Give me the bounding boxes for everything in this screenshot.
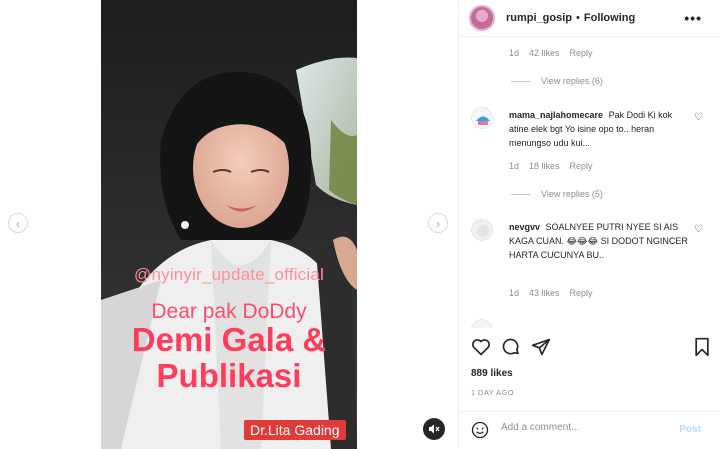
view-replies-label: View replies (5) xyxy=(541,189,603,199)
comment-avatar[interactable] xyxy=(471,107,493,129)
comment-icon[interactable] xyxy=(501,337,521,357)
mute-button[interactable] xyxy=(423,418,445,440)
comment-time: 1d xyxy=(509,48,520,58)
following-button[interactable]: Following xyxy=(584,12,635,24)
view-replies-label: View replies (6) xyxy=(541,76,603,86)
add-comment-input[interactable] xyxy=(501,422,671,433)
divider-line xyxy=(511,193,531,195)
comment-username[interactable]: mama_najlahomecare xyxy=(509,110,603,120)
post-header: rumpi_gosip • Following ••• xyxy=(459,0,720,37)
avatar[interactable] xyxy=(469,5,495,31)
avatar-image xyxy=(472,220,492,240)
like-count[interactable]: 889 likes xyxy=(471,368,513,379)
comment-time: 1d xyxy=(509,288,520,298)
previous-button[interactable]: ‹ xyxy=(8,213,28,233)
comment-username[interactable]: nevgvv xyxy=(509,222,540,232)
like-comment-heart-icon[interactable]: ♡ xyxy=(694,112,703,123)
view-replies-button[interactable]: View replies (6) xyxy=(511,76,603,86)
add-comment-bar: Post xyxy=(459,411,720,449)
comment-text: nevgvv SOALNYEE PUTRI NYEE SI AIS KAGA C… xyxy=(509,220,689,262)
divider-line xyxy=(511,80,531,82)
avatar-image xyxy=(472,108,492,128)
post-media[interactable]: @nyinyir_update_official Dear pak DoDdy … xyxy=(101,0,357,449)
speaker-muted-icon xyxy=(429,424,440,434)
emoji-icon[interactable] xyxy=(471,421,489,439)
comment-time: 1d xyxy=(509,161,520,171)
overlay-headline-line2: Publikasi xyxy=(156,357,302,394)
post-timestamp: 1 DAY AGO xyxy=(471,388,514,397)
author-username[interactable]: rumpi_gosip xyxy=(506,12,572,24)
reply-button[interactable]: Reply xyxy=(570,288,593,298)
heart-icon[interactable] xyxy=(471,337,491,357)
post-side-panel: rumpi_gosip • Following ••• 1d 42 likes … xyxy=(458,0,720,449)
comment-avatar-partial xyxy=(471,319,493,328)
comment-likes[interactable]: 43 likes xyxy=(529,288,560,298)
comment-text: mama_najlahomecare Pak Dodi Ki kok atine… xyxy=(509,108,689,150)
comment-avatar[interactable] xyxy=(471,219,493,241)
overlay-handle-text: @nyinyir_update_official xyxy=(134,265,324,284)
comment-meta: 1d 42 likes Reply xyxy=(509,48,593,58)
header-separator: • xyxy=(576,12,580,24)
comment-meta: 1d 18 likes Reply xyxy=(509,161,593,171)
comments-list[interactable]: 1d 42 likes Reply View replies (6) mama_… xyxy=(459,37,720,328)
overlay-headline-line1: Demi Gala & xyxy=(131,321,327,358)
doctor-name-label: Dr.Lita Gading xyxy=(244,420,346,440)
more-options-icon[interactable]: ••• xyxy=(684,10,702,26)
reply-button[interactable]: Reply xyxy=(570,161,593,171)
chevron-right-icon: › xyxy=(435,215,441,231)
paper-plane-icon[interactable] xyxy=(531,337,551,357)
reply-button[interactable]: Reply xyxy=(570,48,593,58)
next-button[interactable]: › xyxy=(428,213,448,233)
chevron-left-icon: ‹ xyxy=(15,215,21,231)
post-actions xyxy=(471,337,711,359)
bookmark-icon[interactable] xyxy=(693,337,711,357)
comment-likes[interactable]: 42 likes xyxy=(529,48,560,58)
like-comment-heart-icon[interactable]: ♡ xyxy=(694,224,703,235)
post-comment-button[interactable]: Post xyxy=(679,424,701,435)
comment-likes[interactable]: 18 likes xyxy=(529,161,560,171)
view-replies-button[interactable]: View replies (5) xyxy=(511,189,603,199)
comment-meta: 1d 43 likes Reply xyxy=(509,288,593,298)
